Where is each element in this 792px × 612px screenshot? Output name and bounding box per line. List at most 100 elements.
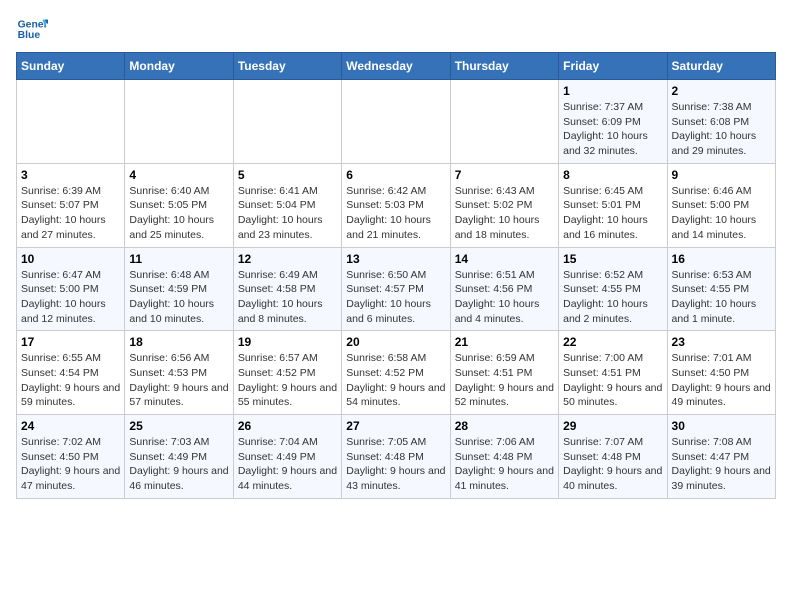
cell-info: Sunrise: 6:45 AM Sunset: 5:01 PM Dayligh…: [563, 184, 662, 243]
cell-info: Sunrise: 6:52 AM Sunset: 4:55 PM Dayligh…: [563, 268, 662, 327]
cell-info: Sunrise: 7:01 AM Sunset: 4:50 PM Dayligh…: [672, 351, 771, 410]
calendar-cell: 5 Sunrise: 6:41 AM Sunset: 5:04 PM Daylig…: [233, 163, 341, 247]
cell-date: 8: [563, 168, 662, 182]
calendar-cell: 17 Sunrise: 6:55 AM Sunset: 4:54 PM Dayli…: [17, 331, 125, 415]
cell-info: Sunrise: 6:47 AM Sunset: 5:00 PM Dayligh…: [21, 268, 120, 327]
calendar-cell: 8 Sunrise: 6:45 AM Sunset: 5:01 PM Daylig…: [559, 163, 667, 247]
cell-date: 19: [238, 335, 337, 349]
cell-date: 16: [672, 252, 771, 266]
calendar-week-row: 3 Sunrise: 6:39 AM Sunset: 5:07 PM Daylig…: [17, 163, 776, 247]
cell-info: Sunrise: 7:03 AM Sunset: 4:49 PM Dayligh…: [129, 435, 228, 494]
cell-date: 28: [455, 419, 554, 433]
cell-date: 14: [455, 252, 554, 266]
calendar-cell: 14 Sunrise: 6:51 AM Sunset: 4:56 PM Dayli…: [450, 247, 558, 331]
calendar-cell: [125, 80, 233, 164]
cell-date: 30: [672, 419, 771, 433]
logo: General Blue: [16, 16, 48, 44]
cell-info: Sunrise: 7:38 AM Sunset: 6:08 PM Dayligh…: [672, 100, 771, 159]
cell-info: Sunrise: 6:40 AM Sunset: 5:05 PM Dayligh…: [129, 184, 228, 243]
calendar-cell: 20Sunrise: 6:58 AM Sunset: 4:52 PM Dayli…: [342, 331, 450, 415]
cell-info: Sunrise: 7:02 AM Sunset: 4:50 PM Dayligh…: [21, 435, 120, 494]
cell-info: Sunrise: 6:39 AM Sunset: 5:07 PM Dayligh…: [21, 184, 120, 243]
weekday-header-friday: Friday: [559, 53, 667, 80]
cell-info: Sunrise: 6:55 AM Sunset: 4:54 PM Dayligh…: [21, 351, 120, 410]
cell-date: 24: [21, 419, 120, 433]
weekday-header-thursday: Thursday: [450, 53, 558, 80]
calendar-week-row: 1Sunrise: 7:37 AM Sunset: 6:09 PM Daylig…: [17, 80, 776, 164]
cell-info: Sunrise: 6:53 AM Sunset: 4:55 PM Dayligh…: [672, 268, 771, 327]
cell-date: 9: [672, 168, 771, 182]
calendar-cell: 6 Sunrise: 6:42 AM Sunset: 5:03 PM Daylig…: [342, 163, 450, 247]
calendar-cell: 15 Sunrise: 6:52 AM Sunset: 4:55 PM Dayli…: [559, 247, 667, 331]
calendar-cell: [17, 80, 125, 164]
calendar-cell: [450, 80, 558, 164]
cell-date: 12: [238, 252, 337, 266]
cell-date: 18: [129, 335, 228, 349]
weekday-header-tuesday: Tuesday: [233, 53, 341, 80]
cell-info: Sunrise: 6:43 AM Sunset: 5:02 PM Dayligh…: [455, 184, 554, 243]
cell-date: 4: [129, 168, 228, 182]
calendar-cell: 28 Sunrise: 7:06 AM Sunset: 4:48 PM Dayli…: [450, 415, 558, 499]
cell-info: Sunrise: 6:57 AM Sunset: 4:52 PM Dayligh…: [238, 351, 337, 410]
cell-date: 6: [346, 168, 445, 182]
weekday-header-wednesday: Wednesday: [342, 53, 450, 80]
cell-info: Sunrise: 6:58 AM Sunset: 4:52 PM Dayligh…: [346, 351, 445, 410]
cell-date: 23: [672, 335, 771, 349]
cell-info: Sunrise: 6:41 AM Sunset: 5:04 PM Dayligh…: [238, 184, 337, 243]
cell-info: Sunrise: 6:46 AM Sunset: 5:00 PM Dayligh…: [672, 184, 771, 243]
calendar-week-row: 24 Sunrise: 7:02 AM Sunset: 4:50 PM Dayli…: [17, 415, 776, 499]
cell-info: Sunrise: 6:56 AM Sunset: 4:53 PM Dayligh…: [129, 351, 228, 410]
calendar-cell: 27Sunrise: 7:05 AM Sunset: 4:48 PM Dayli…: [342, 415, 450, 499]
cell-info: Sunrise: 7:06 AM Sunset: 4:48 PM Dayligh…: [455, 435, 554, 494]
weekday-header-row: SundayMondayTuesdayWednesdayThursdayFrid…: [17, 53, 776, 80]
cell-info: Sunrise: 6:50 AM Sunset: 4:57 PM Dayligh…: [346, 268, 445, 327]
cell-date: 13: [346, 252, 445, 266]
calendar-cell: 26 Sunrise: 7:04 AM Sunset: 4:49 PM Dayli…: [233, 415, 341, 499]
cell-date: 2: [672, 84, 771, 98]
cell-date: 11: [129, 252, 228, 266]
calendar-cell: 18 Sunrise: 6:56 AM Sunset: 4:53 PM Dayli…: [125, 331, 233, 415]
cell-info: Sunrise: 6:49 AM Sunset: 4:58 PM Dayligh…: [238, 268, 337, 327]
calendar-cell: 29 Sunrise: 7:07 AM Sunset: 4:48 PM Dayli…: [559, 415, 667, 499]
calendar-cell: 30 Sunrise: 7:08 AM Sunset: 4:47 PM Dayli…: [667, 415, 775, 499]
page-header: General Blue: [16, 16, 776, 44]
calendar-cell: 9 Sunrise: 6:46 AM Sunset: 5:00 PM Daylig…: [667, 163, 775, 247]
cell-info: Sunrise: 7:07 AM Sunset: 4:48 PM Dayligh…: [563, 435, 662, 494]
cell-date: 7: [455, 168, 554, 182]
cell-date: 5: [238, 168, 337, 182]
cell-info: Sunrise: 7:04 AM Sunset: 4:49 PM Dayligh…: [238, 435, 337, 494]
calendar-cell: 25 Sunrise: 7:03 AM Sunset: 4:49 PM Dayli…: [125, 415, 233, 499]
cell-date: 17: [21, 335, 120, 349]
calendar-cell: 10 Sunrise: 6:47 AM Sunset: 5:00 PM Dayli…: [17, 247, 125, 331]
cell-info: Sunrise: 7:08 AM Sunset: 4:47 PM Dayligh…: [672, 435, 771, 494]
calendar-cell: 22 Sunrise: 7:00 AM Sunset: 4:51 PM Dayli…: [559, 331, 667, 415]
calendar-cell: 4 Sunrise: 6:40 AM Sunset: 5:05 PM Daylig…: [125, 163, 233, 247]
calendar-cell: 7 Sunrise: 6:43 AM Sunset: 5:02 PM Daylig…: [450, 163, 558, 247]
svg-text:Blue: Blue: [18, 30, 41, 41]
cell-date: 10: [21, 252, 120, 266]
calendar-cell: 1Sunrise: 7:37 AM Sunset: 6:09 PM Daylig…: [559, 80, 667, 164]
calendar-cell: 16 Sunrise: 6:53 AM Sunset: 4:55 PM Dayli…: [667, 247, 775, 331]
cell-date: 22: [563, 335, 662, 349]
calendar-cell: 24 Sunrise: 7:02 AM Sunset: 4:50 PM Dayli…: [17, 415, 125, 499]
cell-info: Sunrise: 6:42 AM Sunset: 5:03 PM Dayligh…: [346, 184, 445, 243]
calendar-cell: 11Sunrise: 6:48 AM Sunset: 4:59 PM Dayli…: [125, 247, 233, 331]
cell-info: Sunrise: 6:51 AM Sunset: 4:56 PM Dayligh…: [455, 268, 554, 327]
weekday-header-monday: Monday: [125, 53, 233, 80]
cell-date: 26: [238, 419, 337, 433]
weekday-header-saturday: Saturday: [667, 53, 775, 80]
cell-date: 21: [455, 335, 554, 349]
calendar-cell: 21Sunrise: 6:59 AM Sunset: 4:51 PM Dayli…: [450, 331, 558, 415]
calendar-cell: [342, 80, 450, 164]
cell-date: 25: [129, 419, 228, 433]
calendar-cell: [233, 80, 341, 164]
calendar-cell: 2 Sunrise: 7:38 AM Sunset: 6:08 PM Daylig…: [667, 80, 775, 164]
cell-date: 3: [21, 168, 120, 182]
cell-date: 15: [563, 252, 662, 266]
calendar-week-row: 10 Sunrise: 6:47 AM Sunset: 5:00 PM Dayli…: [17, 247, 776, 331]
weekday-header-sunday: Sunday: [17, 53, 125, 80]
cell-info: Sunrise: 7:37 AM Sunset: 6:09 PM Dayligh…: [563, 100, 662, 159]
cell-date: 29: [563, 419, 662, 433]
calendar-cell: 3 Sunrise: 6:39 AM Sunset: 5:07 PM Daylig…: [17, 163, 125, 247]
cell-info: Sunrise: 7:00 AM Sunset: 4:51 PM Dayligh…: [563, 351, 662, 410]
